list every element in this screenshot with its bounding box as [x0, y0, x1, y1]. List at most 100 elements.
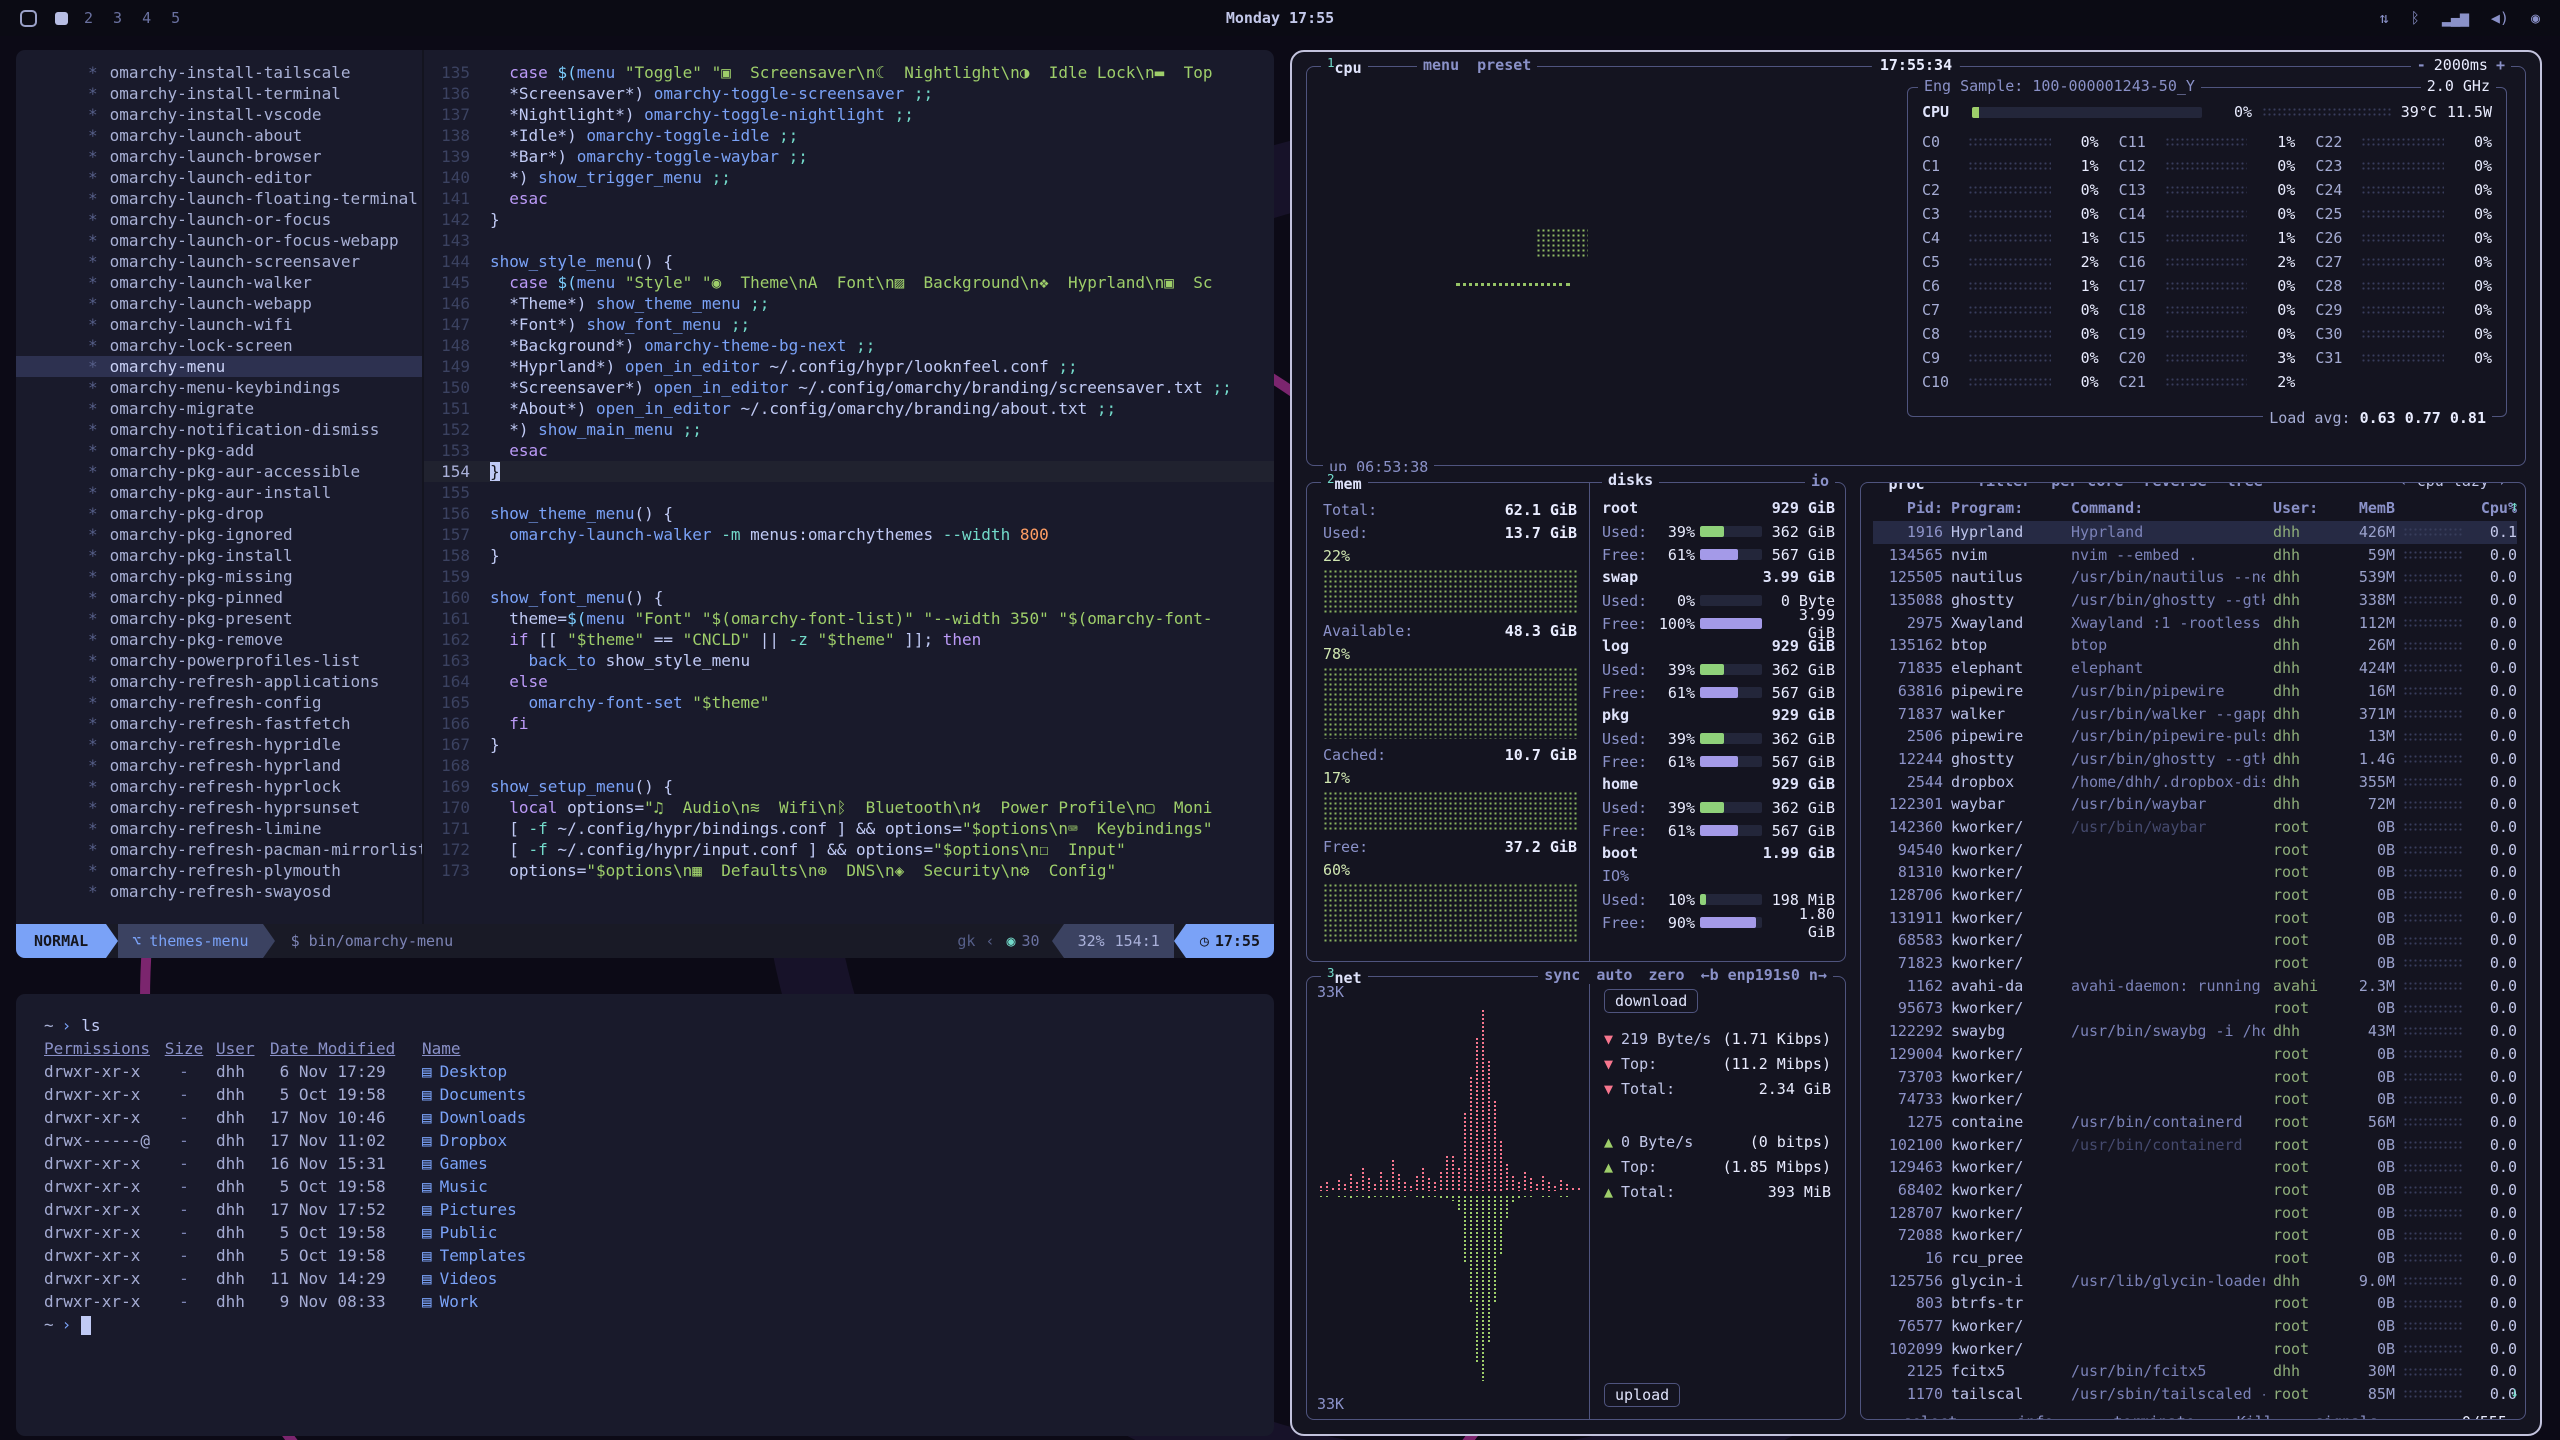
process-row[interactable]: 129004kworker/root0B0.0 [1873, 1043, 2517, 1066]
process-row[interactable]: 76577kworker/root0B0.0 [1873, 1315, 2517, 1338]
dir-name[interactable]: ▤Dropbox [422, 1129, 507, 1152]
file-item[interactable]: *omarchy-launch-about [16, 125, 422, 146]
dir-name[interactable]: ▤Documents [422, 1083, 526, 1106]
auto-button[interactable]: auto [1596, 966, 1632, 984]
process-row[interactable]: 63816pipewire/usr/bin/pipewiredhh16M0.0 [1873, 680, 2517, 703]
file-item[interactable]: *omarchy-pkg-present [16, 608, 422, 629]
reverse-button[interactable]: reverse [2143, 482, 2206, 490]
io-toggle-button[interactable]: io [1805, 472, 1835, 490]
process-row[interactable]: 1170tailscal/usr/sbin/tailscaled --root8… [1873, 1383, 2517, 1405]
filter-button[interactable]: filter [1977, 482, 2031, 490]
btop-window[interactable]: 1cpu menupreset 17:55:34 - 2000ms + Eng … [1290, 50, 2542, 1436]
workspace-2[interactable]: 2 [84, 9, 93, 27]
file-item[interactable]: *omarchy-refresh-pacman-mirrorlist [16, 839, 422, 860]
workspace-5[interactable]: 5 [171, 9, 180, 27]
process-row[interactable]: 102099kworker/root0B0.0 [1873, 1338, 2517, 1361]
process-row[interactable]: 1916HyprlandHyprlanddhh426M0.1 [1873, 521, 2517, 544]
dir-name[interactable]: ▤Templates [422, 1244, 526, 1267]
dir-name[interactable]: ▤Downloads [422, 1106, 526, 1129]
file-item[interactable]: *omarchy-pkg-missing [16, 566, 422, 587]
file-item[interactable]: *omarchy-launch-walker [16, 272, 422, 293]
dir-name[interactable]: ▤Games [422, 1152, 488, 1175]
file-item[interactable]: *omarchy-migrate [16, 398, 422, 419]
process-row[interactable]: 128707kworker/root0B0.0 [1873, 1202, 2517, 1225]
workspace-active-indicator[interactable] [55, 12, 68, 25]
zero-button[interactable]: zero [1648, 966, 1684, 984]
file-item[interactable]: *omarchy-install-tailscale [16, 62, 422, 83]
proc-action-terminate[interactable]: ↵ terminate [2083, 1413, 2206, 1420]
dir-name[interactable]: ▤Desktop [422, 1060, 507, 1083]
process-row[interactable]: 72088kworker/root0B0.0 [1873, 1224, 2517, 1247]
file-item[interactable]: *omarchy-pkg-pinned [16, 587, 422, 608]
file-item[interactable]: *omarchy-launch-browser [16, 146, 422, 167]
swap-io-icon[interactable]: ⇅ [2380, 9, 2389, 27]
command-line[interactable]: ~› [44, 1313, 1246, 1336]
workspace-4[interactable]: 4 [142, 9, 151, 27]
process-row[interactable]: 134565nvimnvim --embed .dhh59M0.0 [1873, 544, 2517, 567]
dir-name[interactable]: ▤Work [422, 1290, 478, 1313]
process-row[interactable]: 95673kworker/root0B0.0 [1873, 997, 2517, 1020]
file-item[interactable]: *omarchy-launch-floating-terminal [16, 188, 422, 209]
sort-selector[interactable]: ‹ cpu lazy › [2399, 482, 2507, 490]
file-item[interactable]: *omarchy-launch-screensaver [16, 251, 422, 272]
file-item[interactable]: *omarchy-refresh-applications [16, 671, 422, 692]
terminal-window[interactable]: ~›ls PermissionsSizeUserDate ModifiedNam… [16, 994, 1274, 1436]
dir-name[interactable]: ▤Music [422, 1175, 488, 1198]
interval-decrease-button[interactable]: - [2417, 56, 2426, 74]
scroll-down-icon[interactable]: ↓ [2510, 1383, 2519, 1401]
proc-action-signals[interactable]: signals [2303, 1413, 2390, 1420]
process-row[interactable]: 2125fcitx5/usr/bin/fcitx5dhh30M0.0 [1873, 1360, 2517, 1383]
process-row[interactable]: 94540kworker/root0B0.0 [1873, 839, 2517, 862]
process-row[interactable]: 81310kworker/root0B0.0 [1873, 861, 2517, 884]
network-icon[interactable]: ▂▄▆ [2442, 9, 2469, 27]
process-row[interactable]: 2975XwaylandXwayland :1 -rootless -dhh11… [1873, 612, 2517, 635]
power-icon[interactable]: ◉ [2531, 9, 2540, 27]
file-item[interactable]: *omarchy-menu-keybindings [16, 377, 422, 398]
file-item[interactable]: *omarchy-install-vscode [16, 104, 422, 125]
file-item[interactable]: *omarchy-install-terminal [16, 83, 422, 104]
file-item[interactable]: *omarchy-refresh-hyprland [16, 755, 422, 776]
file-item[interactable]: *omarchy-refresh-limine [16, 818, 422, 839]
process-row[interactable]: 2506pipewire/usr/bin/pipewire-pulsedhh13… [1873, 725, 2517, 748]
process-row[interactable]: 135162btopbtopdhh26M0.0 [1873, 634, 2517, 657]
per-core-button[interactable]: per-core [2051, 482, 2123, 490]
file-item[interactable]: *omarchy-launch-or-focus [16, 209, 422, 230]
bluetooth-icon[interactable]: ᛒ [2411, 9, 2420, 27]
file-item[interactable]: *omarchy-pkg-install [16, 545, 422, 566]
process-row[interactable]: 71835elephantelephantdhh424M0.0 [1873, 657, 2517, 680]
proc-action-info[interactable]: ↓ info [1987, 1413, 2065, 1420]
dir-name[interactable]: ▤Pictures [422, 1198, 517, 1221]
process-row[interactable]: 122301waybar/usr/bin/waybardhh72M0.0 [1873, 793, 2517, 816]
file-item[interactable]: *omarchy-launch-wifi [16, 314, 422, 335]
dir-name[interactable]: ▤Public [422, 1221, 497, 1244]
process-row[interactable]: 135088ghostty/usr/bin/ghostty --gtk-dhh3… [1873, 589, 2517, 612]
process-row[interactable]: 125756glycin-i/usr/lib/glycin-loadersdhh… [1873, 1270, 2517, 1293]
file-explorer-pane[interactable]: *omarchy-install-tailscale*omarchy-insta… [16, 50, 424, 924]
volume-icon[interactable]: ◀) [2491, 9, 2509, 27]
menu-button[interactable]: menu [1423, 56, 1459, 74]
file-item[interactable]: *omarchy-powerprofiles-list [16, 650, 422, 671]
process-row[interactable]: 128706kworker/root0B0.0 [1873, 884, 2517, 907]
file-item[interactable]: *omarchy-pkg-add [16, 440, 422, 461]
file-item[interactable]: *omarchy-refresh-hypridle [16, 734, 422, 755]
file-item[interactable]: *omarchy-pkg-ignored [16, 524, 422, 545]
file-item[interactable]: *omarchy-launch-webapp [16, 293, 422, 314]
process-row[interactable]: 16rcu_preeroot0B0.0 [1873, 1247, 2517, 1270]
process-row[interactable]: 803btrfs-trroot0B0.0 [1873, 1292, 2517, 1315]
file-item[interactable]: *omarchy-refresh-swayosd [16, 881, 422, 902]
process-row[interactable]: 125505nautilus/usr/bin/nautilus --newdhh… [1873, 566, 2517, 589]
file-item[interactable]: *omarchy-refresh-fastfetch [16, 713, 422, 734]
process-row[interactable]: 12244ghostty/usr/bin/ghostty --gtk-dhh1.… [1873, 748, 2517, 771]
proc-action-kill[interactable]: Kill [2225, 1413, 2285, 1420]
file-item[interactable]: *omarchy-refresh-config [16, 692, 422, 713]
file-item[interactable]: *omarchy-launch-or-focus-webapp [16, 230, 422, 251]
process-row[interactable]: 142360kworker//usr/bin/waybarroot0B0.0 [1873, 816, 2517, 839]
file-item[interactable]: *omarchy-pkg-aur-accessible [16, 461, 422, 482]
process-row[interactable]: 129463kworker/root0B0.0 [1873, 1156, 2517, 1179]
launcher-icon[interactable] [20, 10, 37, 27]
tree-button[interactable]: tree [2227, 482, 2263, 490]
workspace-3[interactable]: 3 [113, 9, 122, 27]
file-item[interactable]: *omarchy-refresh-plymouth [16, 860, 422, 881]
process-row[interactable]: 73703kworker/root0B0.0 [1873, 1066, 2517, 1089]
file-item[interactable]: *omarchy-lock-screen [16, 335, 422, 356]
